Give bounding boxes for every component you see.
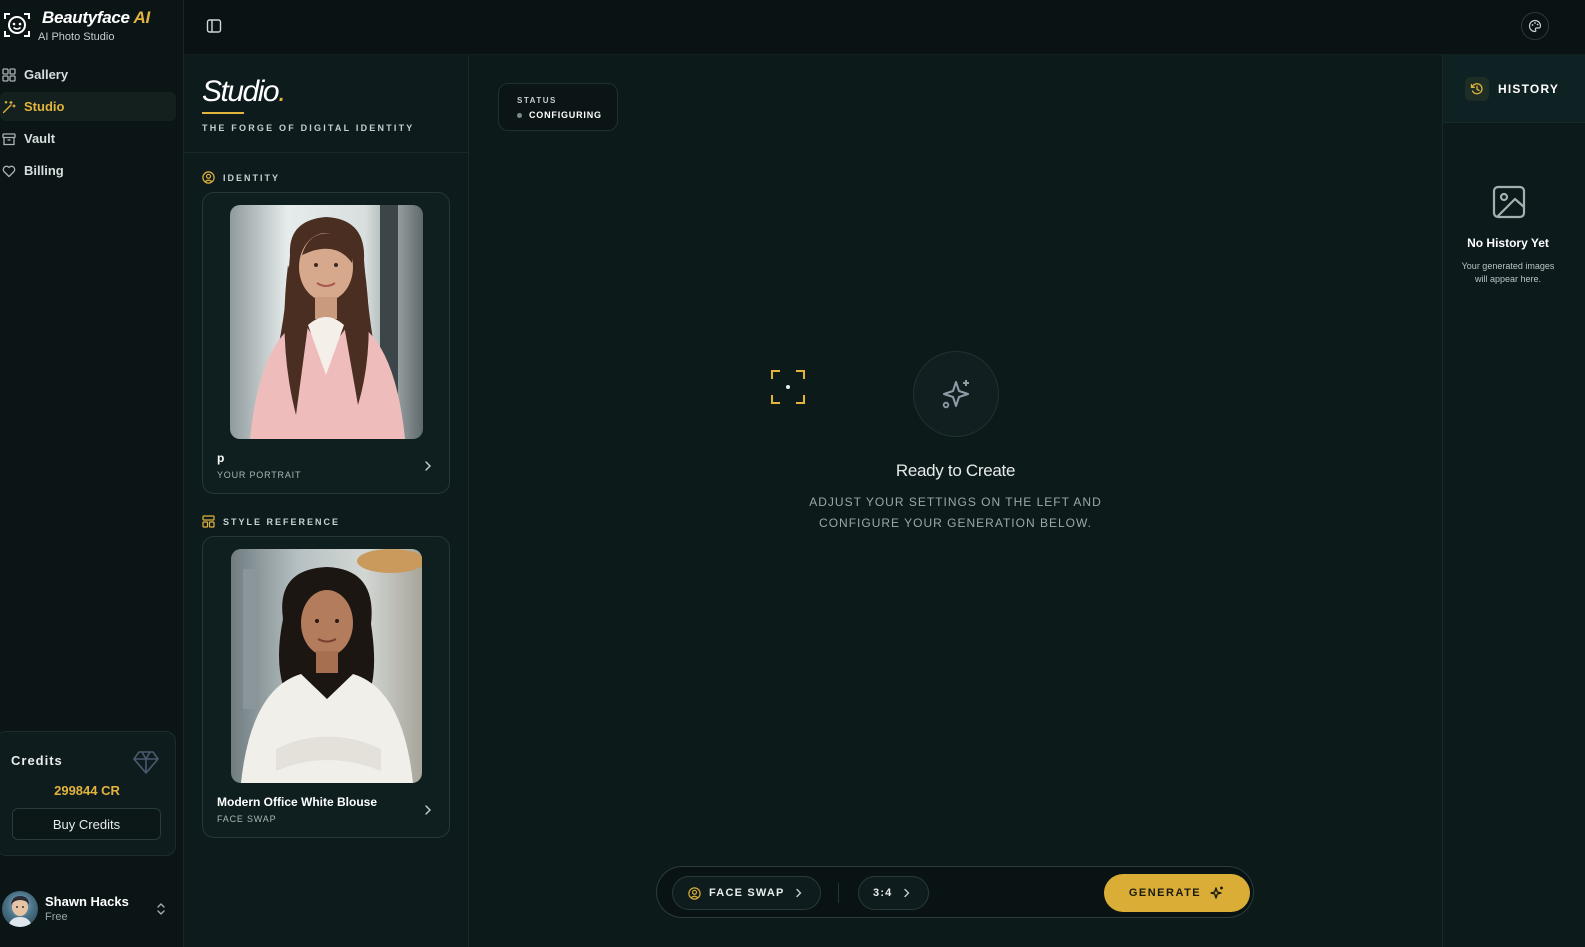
- aspect-ratio-button[interactable]: 3:4: [858, 876, 929, 910]
- page-title: Studio.: [202, 75, 286, 109]
- divider: [184, 152, 469, 153]
- history-header[interactable]: HISTORY: [1443, 55, 1585, 123]
- nav-label-billing: Billing: [24, 163, 64, 178]
- sidebar: Beautyface AI AI Photo Studio Gallery St…: [0, 0, 184, 947]
- page-title-dot: .: [278, 75, 286, 108]
- magic-wand-icon: [2, 100, 16, 114]
- credits-amount: 299844 CR: [54, 783, 120, 798]
- ready-subtitle: ADJUST YOUR SETTINGS ON THE LEFT AND CON…: [469, 492, 1442, 534]
- status-label: STATUS: [517, 96, 557, 105]
- brand-name-accent: AI: [129, 8, 151, 27]
- nav-label-vault: Vault: [24, 131, 56, 146]
- mode-selector-button[interactable]: FACE SWAP: [672, 876, 821, 910]
- history-title: HISTORY: [1498, 82, 1560, 96]
- nav-item-billing[interactable]: Billing: [0, 156, 176, 185]
- identity-section-label: IDENTITY: [202, 171, 280, 184]
- credits-card: Credits 299844 CR Buy Credits: [0, 731, 176, 856]
- nav-item-studio[interactable]: Studio: [0, 92, 176, 121]
- theme-palette-button[interactable]: [1521, 12, 1549, 40]
- style-reference-card[interactable]: Modern Office White Blouse FACE SWAP: [202, 536, 450, 838]
- chevron-right-icon: [425, 461, 431, 471]
- toolbar-divider: [838, 883, 839, 903]
- mode-label: FACE SWAP: [709, 887, 785, 899]
- studio-panel: Studio. THE FORGE OF DIGITAL IDENTITY ID…: [184, 55, 469, 947]
- focus-frame-icon: [771, 370, 805, 404]
- history-panel: HISTORY No History Yet Your generated im…: [1442, 55, 1585, 947]
- sparkle-icon: [1209, 885, 1225, 901]
- nav-item-gallery[interactable]: Gallery: [0, 60, 176, 89]
- archive-icon: [2, 132, 16, 146]
- style-reference-image: [231, 549, 422, 783]
- identity-label-text: IDENTITY: [223, 172, 281, 183]
- identity-portrait-image: [230, 205, 423, 439]
- buy-credits-button[interactable]: Buy Credits: [12, 808, 161, 840]
- user-circle-icon: [688, 886, 701, 900]
- ready-subtitle-line-2: CONFIGURE YOUR GENERATION BELOW.: [819, 516, 1092, 530]
- identity-name: p: [217, 451, 225, 465]
- main-canvas: STATUS CONFIGURING Ready to Create ADJUS…: [469, 55, 1442, 947]
- nav-label-gallery: Gallery: [24, 67, 69, 82]
- avatar: [2, 891, 38, 927]
- title-underline: [202, 112, 244, 114]
- status-dot: [517, 112, 522, 118]
- user-plan: Free: [45, 911, 68, 923]
- generate-button[interactable]: GENERATE: [1104, 874, 1250, 912]
- generate-label: GENERATE: [1128, 887, 1202, 899]
- diamond-icon: [133, 751, 159, 774]
- style-reference-subtitle: FACE SWAP: [217, 814, 277, 824]
- generation-toolbar: FACE SWAP 3:4 GENERATE: [656, 866, 1254, 918]
- user-menu[interactable]: Shawn Hacks Free: [0, 888, 184, 932]
- credits-title: Credits: [11, 753, 63, 768]
- status-badge: STATUS CONFIGURING: [498, 83, 618, 131]
- tagline: THE FORGE OF DIGITAL IDENTITY: [202, 123, 415, 133]
- chevron-up-down-icon: [157, 903, 165, 915]
- identity-subtitle: YOUR PORTRAIT: [217, 470, 302, 480]
- nav-item-vault[interactable]: Vault: [0, 124, 176, 153]
- palette-icon: [1528, 19, 1542, 33]
- style-reference-section-label: STYLE REFERENCE: [202, 515, 340, 528]
- status-value-text: CONFIGURING: [529, 110, 602, 120]
- heart-icon: [2, 164, 16, 178]
- nav-label-studio: Studio: [24, 99, 65, 114]
- sparkle-icon: [942, 380, 969, 409]
- chevron-right-icon: [903, 888, 911, 898]
- layout-icon: [202, 515, 215, 528]
- history-icon: [1465, 77, 1489, 101]
- image-icon: [1492, 185, 1526, 219]
- brand[interactable]: Beautyface AI AI Photo Studio: [0, 6, 184, 50]
- sparkle-badge: [913, 351, 999, 437]
- status-value: CONFIGURING: [517, 110, 602, 120]
- brand-subtitle: AI Photo Studio: [38, 31, 115, 43]
- chevron-right-icon: [425, 805, 431, 815]
- grid-icon: [2, 67, 16, 82]
- aspect-ratio-label: 3:4: [873, 887, 893, 899]
- page-title-text: Studio: [202, 75, 280, 108]
- identity-card[interactable]: p YOUR PORTRAIT: [202, 192, 450, 494]
- topbar: [184, 0, 1585, 55]
- user-name: Shawn Hacks: [45, 894, 129, 909]
- ready-subtitle-line-1: ADJUST YOUR SETTINGS ON THE LEFT AND: [809, 495, 1102, 509]
- face-scan-logo-icon: [4, 13, 30, 37]
- sidebar-toggle-icon[interactable]: [206, 18, 222, 34]
- chevron-right-icon: [795, 888, 803, 898]
- user-circle-icon: [202, 171, 215, 184]
- empty-history-subtitle: Your generated images will appear here.: [1461, 261, 1555, 284]
- style-reference-label-text: STYLE REFERENCE: [223, 516, 341, 527]
- brand-name-main: Beautyface: [42, 8, 130, 27]
- brand-name: Beautyface AI: [42, 8, 150, 28]
- empty-history-title: No History Yet: [1467, 236, 1549, 250]
- style-reference-name: Modern Office White Blouse: [217, 795, 378, 809]
- ready-title: Ready to Create: [895, 461, 1016, 480]
